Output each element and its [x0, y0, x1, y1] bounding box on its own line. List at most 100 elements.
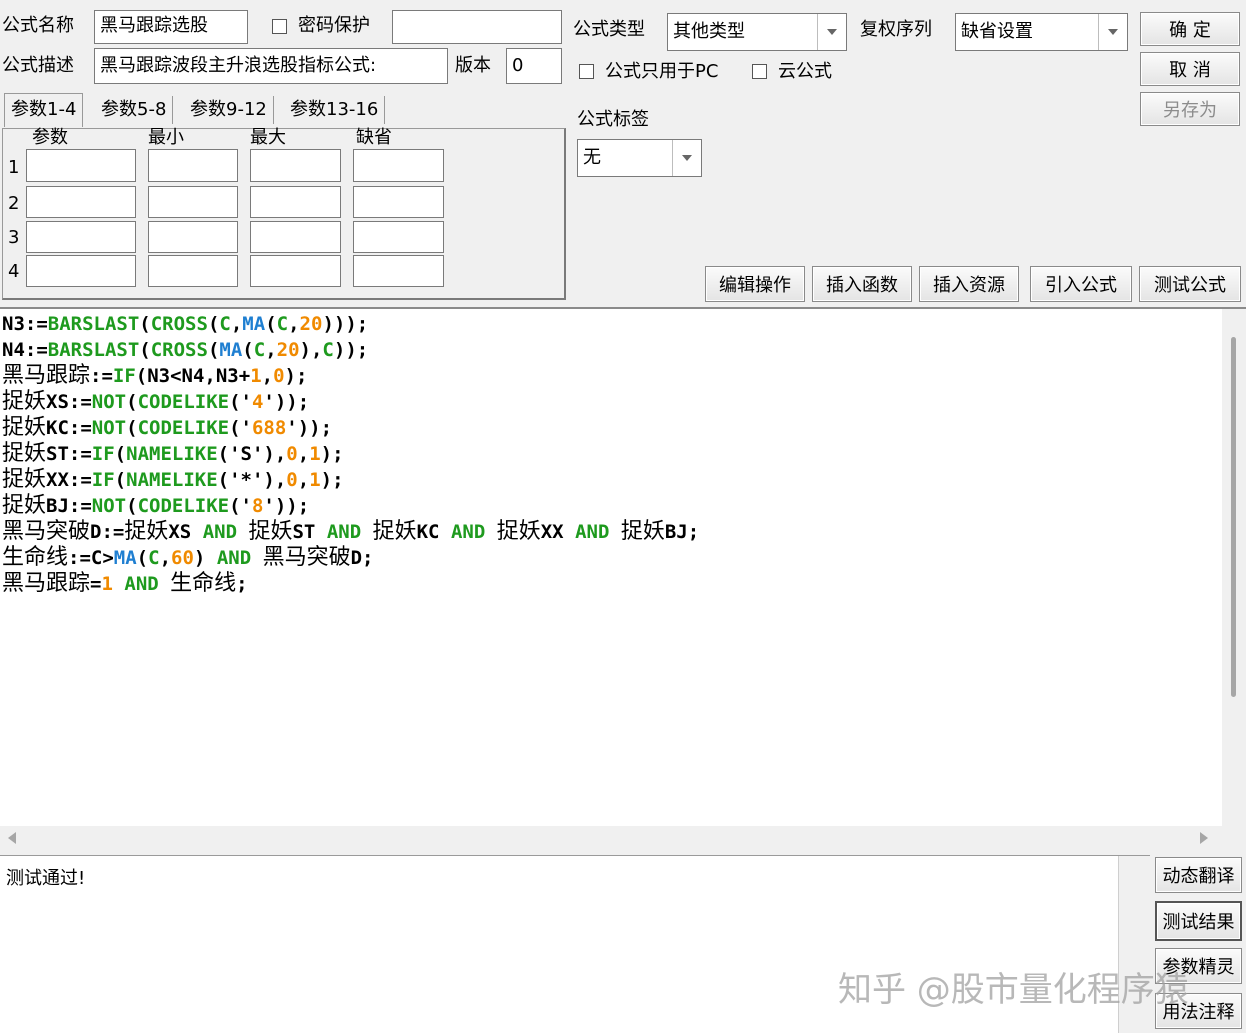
- test-formula-button[interactable]: 测试公式: [1139, 266, 1241, 302]
- code-token: (: [114, 443, 127, 465]
- scroll-left-icon[interactable]: [8, 832, 16, 844]
- code-token: 捉妖: [2, 467, 47, 492]
- code-token: (': [229, 391, 252, 413]
- param-max-input[interactable]: [250, 186, 341, 218]
- code-token: IF: [91, 469, 115, 491]
- password-input[interactable]: [392, 10, 562, 44]
- code-token: ST:=: [46, 443, 92, 465]
- chevron-down-icon[interactable]: [1098, 14, 1127, 50]
- code-token: );: [320, 469, 344, 491]
- formula-type-value: 其他类型: [673, 21, 745, 42]
- code-token: ('S'),: [217, 443, 287, 465]
- param-max-input[interactable]: [250, 221, 341, 253]
- code-token: D;: [350, 547, 374, 569]
- import-formula-button[interactable]: 引入公式: [1030, 266, 1132, 302]
- cloud-label: 云公式: [778, 61, 832, 82]
- param-min-input[interactable]: [148, 255, 238, 287]
- code-token: (: [242, 339, 254, 361]
- vertical-scrollbar[interactable]: [1222, 309, 1246, 826]
- code-token: 1: [101, 573, 113, 595]
- code-token: (: [126, 495, 138, 517]
- code-token: CROSS: [150, 313, 208, 335]
- code-token: 生命线: [2, 545, 69, 570]
- code-line: 黑马跟踪=1 AND 生命线;: [2, 571, 248, 597]
- test-output-text: 测试通过!: [6, 868, 86, 889]
- tab-params-5-8[interactable]: 参数5-8: [95, 96, 174, 124]
- code-token: NOT: [91, 417, 127, 439]
- rights-series-select[interactable]: 缺省设置: [955, 13, 1128, 51]
- code-token: 60: [171, 547, 194, 569]
- param-row-number: 2: [8, 193, 20, 214]
- param-row-number: 3: [8, 227, 20, 248]
- code-token: NOT: [91, 495, 127, 517]
- formula-tag-select[interactable]: 无: [577, 139, 702, 177]
- scroll-right-icon[interactable]: [1200, 832, 1208, 844]
- param-default-input[interactable]: [353, 186, 444, 218]
- pc-only-checkbox[interactable]: [579, 64, 594, 79]
- cancel-button[interactable]: 取 消: [1140, 52, 1240, 86]
- param-default-input[interactable]: [353, 149, 444, 182]
- code-token: C: [322, 339, 334, 361]
- version-input[interactable]: 0: [506, 48, 562, 84]
- param-name-input[interactable]: [26, 255, 136, 287]
- save-as-button[interactable]: 另存为: [1140, 92, 1240, 126]
- param-default-input[interactable]: [353, 221, 444, 253]
- chevron-down-icon[interactable]: [817, 14, 846, 50]
- code-token: BARSLAST: [47, 313, 140, 335]
- code-token: BJ:=: [46, 495, 92, 517]
- param-default-input[interactable]: [353, 255, 444, 287]
- code-token: AND: [575, 521, 610, 543]
- param-max-input[interactable]: [250, 255, 341, 287]
- ok-button[interactable]: 确 定: [1140, 12, 1240, 46]
- code-token: ,: [261, 365, 274, 387]
- chevron-down-icon[interactable]: [672, 140, 701, 176]
- code-token: );: [320, 443, 344, 465]
- code-token: ));: [333, 339, 369, 361]
- code-line: 捉妖XX:=IF(NAMELIKE('*'),0,1);: [2, 467, 344, 493]
- code-token: 688: [251, 417, 287, 439]
- code-token: =: [90, 573, 102, 595]
- insert-function-button[interactable]: 插入函数: [812, 266, 912, 302]
- formula-desc-input[interactable]: 黑马跟踪波段主升浪选股指标公式:: [94, 48, 448, 84]
- insert-resource-button[interactable]: 插入资源: [919, 266, 1019, 302]
- code-token: (: [207, 313, 220, 335]
- tab-params-13-16[interactable]: 参数13-16: [284, 96, 386, 124]
- horizontal-scrollbar[interactable]: [0, 826, 1222, 850]
- code-token: 1: [250, 365, 262, 387]
- cloud-checkbox[interactable]: [752, 64, 767, 79]
- code-token: '));: [263, 391, 310, 413]
- tab-params-9-12[interactable]: 参数9-12: [184, 96, 274, 124]
- param-max-input[interactable]: [250, 149, 341, 182]
- formula-name-input[interactable]: 黑马跟踪选股: [94, 10, 248, 44]
- code-token: 捉妖: [496, 519, 541, 544]
- code-token: IF: [91, 443, 115, 465]
- code-token: CODELIKE: [137, 391, 230, 413]
- code-token: AND: [216, 547, 252, 569]
- tab-params-1-4[interactable]: 参数1-4: [4, 93, 84, 127]
- code-token: 黑马跟踪: [2, 571, 91, 596]
- formula-type-select[interactable]: 其他类型: [667, 13, 847, 51]
- edit-ops-button[interactable]: 编辑操作: [705, 266, 805, 302]
- param-min-input[interactable]: [148, 186, 238, 218]
- formula-name-label: 公式名称: [2, 15, 74, 36]
- code-token: C: [276, 313, 289, 335]
- test-result-button[interactable]: 测试结果: [1155, 901, 1242, 941]
- scrollbar-thumb[interactable]: [1231, 337, 1236, 697]
- code-token: CODELIKE: [137, 495, 230, 517]
- code-token: ,: [297, 469, 310, 491]
- param-min-input[interactable]: [148, 221, 238, 253]
- code-editor[interactable]: N3:=BARSLAST(CROSS(C,MA(C,20))); N4:=BARS…: [0, 309, 1222, 826]
- code-token: NAMELIKE: [126, 443, 218, 465]
- param-name-input[interactable]: [26, 149, 136, 182]
- dynamic-translate-button[interactable]: 动态翻译: [1155, 857, 1242, 893]
- param-min-input[interactable]: [148, 149, 238, 182]
- param-name-input[interactable]: [26, 221, 136, 253]
- password-checkbox[interactable]: [272, 19, 287, 34]
- param-name-input[interactable]: [26, 186, 136, 218]
- code-token: (N3<N4,N3+: [135, 365, 251, 387]
- password-label: 密码保护: [298, 15, 370, 36]
- code-token: '));: [263, 495, 310, 517]
- code-line: N3:=BARSLAST(CROSS(C,MA(C,20)));: [2, 311, 368, 337]
- param-row-number: 4: [8, 261, 20, 282]
